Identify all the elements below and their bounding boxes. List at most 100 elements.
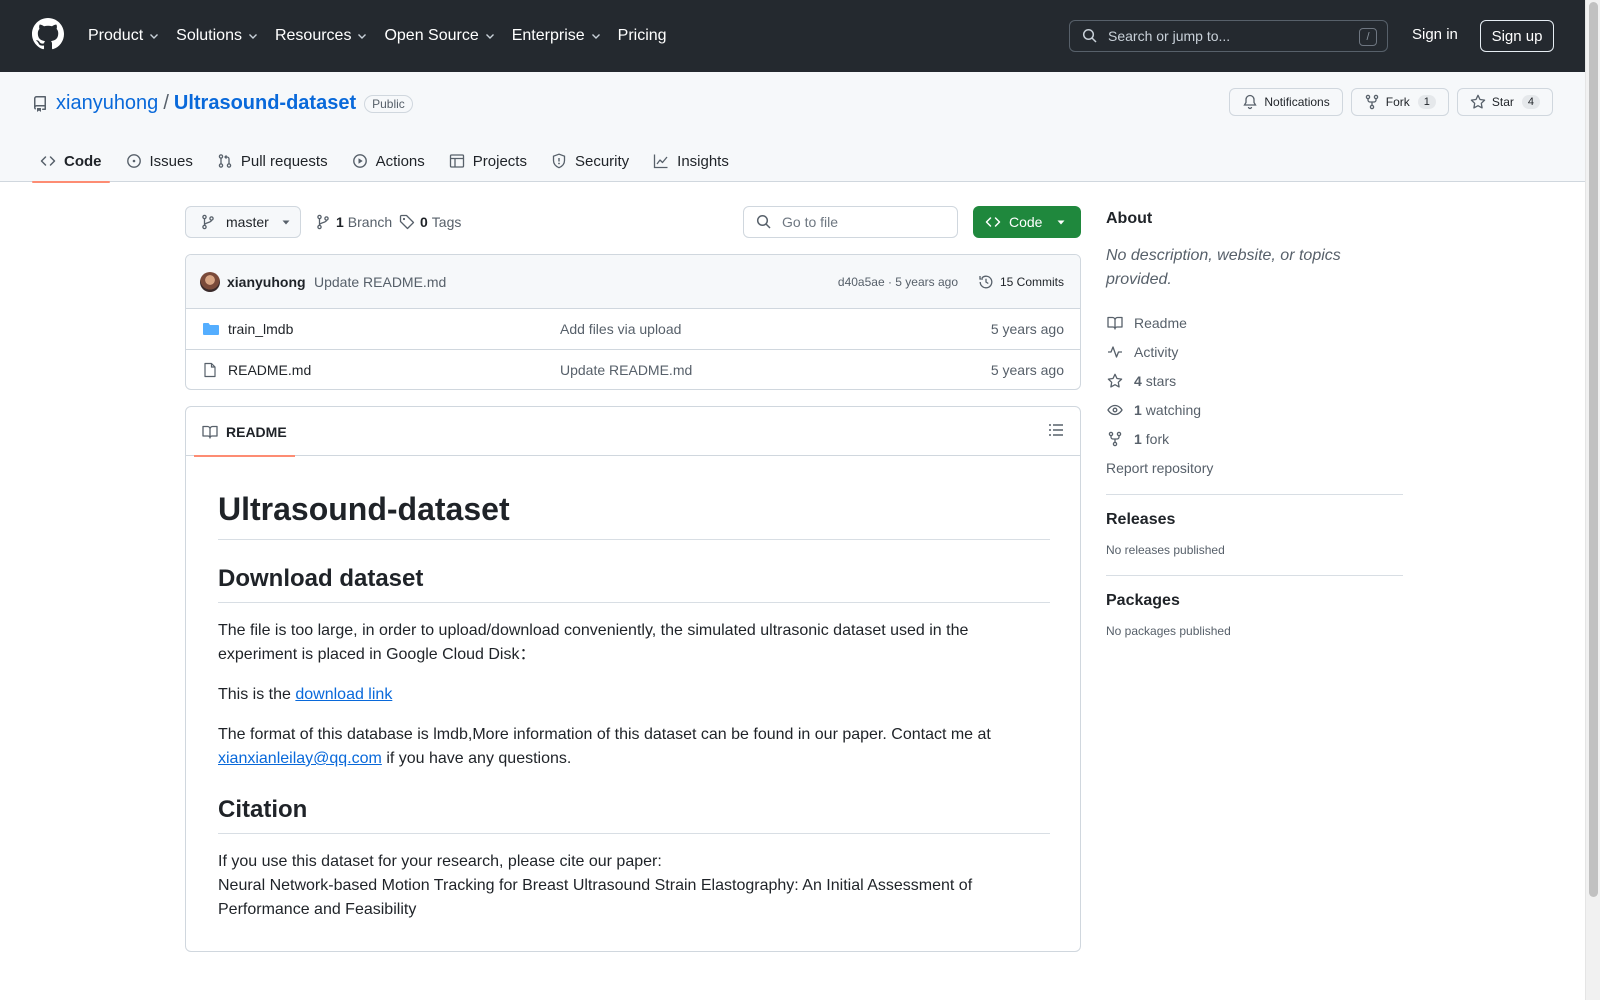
issue-icon [126, 154, 141, 168]
avatar[interactable] [200, 272, 220, 292]
repo-title: xianyuhong / Ultrasound-dataset Public [32, 92, 413, 115]
format-text: The format of this database is lmdb,More… [218, 726, 991, 743]
activity-link-label: Activity [1134, 343, 1179, 360]
tab-issues-label: Issues [149, 152, 193, 170]
readme-paragraph-download: This is the download link [218, 683, 1050, 707]
notifications-button[interactable]: Notifications [1229, 88, 1343, 116]
tab-security[interactable]: Security [543, 140, 637, 182]
code-icon [40, 156, 56, 166]
tab-code[interactable]: Code [32, 140, 110, 183]
watchers-link[interactable]: 1 watching [1106, 395, 1403, 424]
visibility-badge: Public [364, 94, 413, 113]
tag-icon [399, 214, 415, 230]
repo-icon [34, 95, 46, 112]
github-logo-icon[interactable] [32, 18, 64, 50]
chevron-down-icon [358, 34, 367, 39]
citation-intro: If you use this dataset for your researc… [218, 853, 662, 870]
star-icon [1470, 94, 1486, 109]
go-to-file-input[interactable]: Go to file [743, 206, 958, 238]
readme-content: Ultrasound-dataset Download dataset The … [218, 456, 1050, 922]
git-branch-icon [202, 214, 214, 230]
readme-link[interactable]: Readme [1106, 308, 1403, 337]
scrollbar-thumb[interactable] [1589, 2, 1598, 897]
branch-selector[interactable]: master [185, 206, 301, 238]
pull-request-icon [218, 154, 232, 168]
download-link[interactable]: download link [295, 686, 392, 703]
download-prefix: This is the [218, 686, 296, 703]
code-dropdown-button[interactable]: Code [973, 206, 1081, 238]
packages-heading[interactable]: Packages [1106, 592, 1403, 610]
tab-actions-label: Actions [375, 152, 425, 170]
history-icon [979, 275, 993, 289]
activity-link[interactable]: Activity [1106, 337, 1403, 366]
search-input[interactable]: Search or jump to... / [1069, 20, 1388, 52]
watching-count: 1 [1134, 401, 1142, 418]
packages-empty-text: No packages published [1106, 624, 1231, 638]
file-row[interactable]: README.md Update README.md 5 years ago [186, 350, 1080, 389]
commit-message-link[interactable]: Update README.md [314, 274, 446, 290]
global-header: Product Solutions Resources Open Source … [0, 0, 1585, 72]
branches-link[interactable]: 1 Branch [315, 214, 392, 230]
file-name-link[interactable]: train_lmdb [228, 321, 293, 337]
fork-count: 1 [1417, 95, 1436, 109]
tab-actions[interactable]: Actions [344, 140, 433, 182]
repo-name-link[interactable]: Ultrasound-dataset [174, 92, 356, 115]
sign-up-button[interactable]: Sign up [1480, 20, 1554, 52]
nav-product[interactable]: Product [88, 27, 160, 45]
page-scrollbar[interactable] [1585, 0, 1600, 1000]
commits-history-link[interactable]: 15 Commits [978, 274, 1064, 290]
fork-count: 1 [1134, 430, 1142, 447]
tab-projects-label: Projects [472, 152, 527, 170]
report-repository-link[interactable]: Report repository [1106, 453, 1403, 482]
shield-icon [552, 153, 566, 169]
go-to-file-placeholder: Go to file [782, 214, 839, 230]
citation-title: Neural Network-based Motion Tracking for… [218, 877, 973, 918]
file-commit-message[interactable]: Add files via upload [560, 321, 681, 337]
tab-insights[interactable]: Insights [645, 140, 737, 182]
about-heading: About [1106, 210, 1153, 227]
repo-owner-link[interactable]: xianyuhong [56, 92, 158, 115]
readme-title: Ultrasound-dataset [218, 456, 1050, 540]
readme-link-label: Readme [1134, 314, 1187, 331]
eye-icon [1107, 404, 1123, 415]
fork-button[interactable]: Fork 1 [1350, 88, 1449, 116]
book-icon [202, 425, 218, 439]
readme-tab-label: README [226, 423, 287, 440]
file-icon [204, 362, 216, 378]
table-icon [449, 154, 464, 168]
caret-down-icon [1057, 220, 1065, 225]
tab-code-label: Code [64, 152, 102, 170]
commit-author-link[interactable]: xianyuhong [227, 274, 306, 290]
divider [1106, 575, 1403, 576]
tags-link[interactable]: 0 Tags [399, 214, 461, 230]
file-commit-message[interactable]: Update README.md [560, 362, 692, 378]
readme-tab[interactable]: README [194, 407, 295, 457]
file-row[interactable]: train_lmdb Add files via upload 5 years … [186, 309, 1080, 350]
commits-count: 15 Commits [999, 275, 1064, 289]
tab-projects[interactable]: Projects [441, 140, 535, 182]
forks-link[interactable]: 1 fork [1106, 424, 1403, 453]
watching-label: watching [1145, 401, 1202, 418]
readme-paragraph-storage: The file is too large, in order to uploa… [218, 622, 969, 663]
nav-resources[interactable]: Resources [275, 27, 368, 45]
releases-heading[interactable]: Releases [1106, 511, 1403, 529]
star-button[interactable]: Star 4 [1456, 88, 1553, 116]
nav-solutions[interactable]: Solutions [176, 27, 259, 45]
notifications-label: Notifications [1264, 95, 1330, 109]
nav-enterprise[interactable]: Enterprise [512, 27, 602, 45]
caret-down-icon [282, 220, 290, 225]
stars-link[interactable]: 4 stars [1106, 366, 1403, 395]
email-link[interactable]: xianxianleilay@qq.com [218, 750, 382, 767]
nav-pricing[interactable]: Pricing [618, 27, 667, 45]
tab-issues[interactable]: Issues [118, 140, 201, 182]
readme-paragraph-format: The format of this database is lmdb,More… [218, 723, 1050, 771]
list-outline-icon[interactable] [1048, 422, 1064, 438]
tab-pull-requests[interactable]: Pull requests [209, 140, 336, 182]
nav-open-source[interactable]: Open Source [384, 27, 495, 45]
search-icon [756, 214, 771, 229]
heading-download-dataset: Download dataset [218, 564, 1050, 603]
file-name-link[interactable]: README.md [228, 362, 311, 378]
nav-pricing-label: Pricing [617, 27, 667, 44]
commit-sha-time[interactable]: d40a5ae · 5 years ago [838, 275, 958, 289]
sign-in-link[interactable]: Sign in [1412, 26, 1458, 43]
